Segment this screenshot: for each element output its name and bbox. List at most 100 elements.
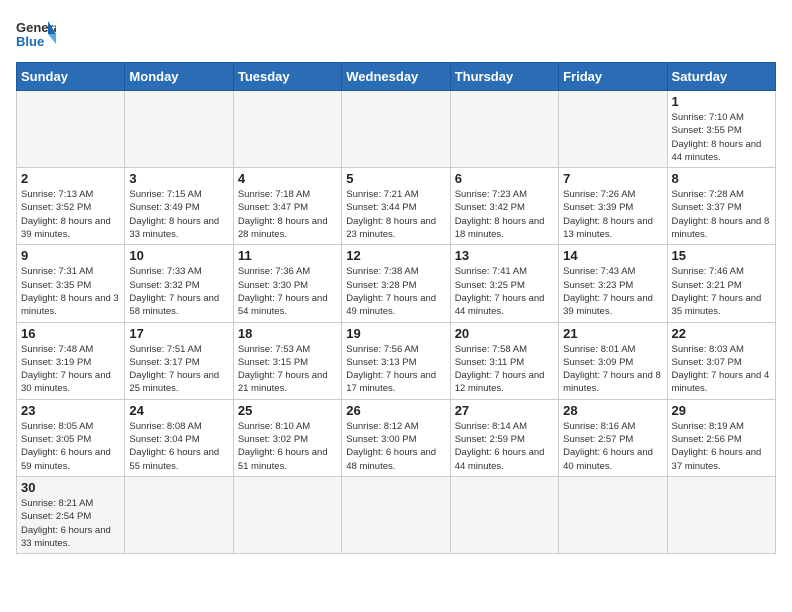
day-info: Sunrise: 7:38 AM Sunset: 3:28 PM Dayligh… bbox=[346, 265, 445, 318]
calendar-day-cell: 1Sunrise: 7:10 AM Sunset: 3:55 PM Daylig… bbox=[667, 91, 775, 168]
day-info: Sunrise: 7:18 AM Sunset: 3:47 PM Dayligh… bbox=[238, 188, 337, 241]
day-number: 1 bbox=[672, 94, 771, 109]
day-info: Sunrise: 7:31 AM Sunset: 3:35 PM Dayligh… bbox=[21, 265, 120, 318]
calendar-day-cell bbox=[233, 476, 341, 553]
day-number: 22 bbox=[672, 326, 771, 341]
calendar-day-cell: 30Sunrise: 8:21 AM Sunset: 2:54 PM Dayli… bbox=[17, 476, 125, 553]
day-info: Sunrise: 8:16 AM Sunset: 2:57 PM Dayligh… bbox=[563, 420, 662, 473]
calendar-day-cell: 3 Sunrise: 7:15 AM Sunset: 3:49 PM Daylig… bbox=[125, 168, 233, 245]
day-number: 4 bbox=[238, 171, 337, 186]
weekday-header-row: SundayMondayTuesdayWednesdayThursdayFrid… bbox=[17, 63, 776, 91]
day-info: Sunrise: 7:23 AM Sunset: 3:42 PM Dayligh… bbox=[455, 188, 554, 241]
calendar-day-cell: 19 Sunrise: 7:56 AM Sunset: 3:13 PM Dayli… bbox=[342, 322, 450, 399]
weekday-header-cell: Monday bbox=[125, 63, 233, 91]
day-info: Sunrise: 7:21 AM Sunset: 3:44 PM Dayligh… bbox=[346, 188, 445, 241]
logo: General Blue bbox=[16, 16, 56, 52]
calendar-day-cell: 2 Sunrise: 7:13 AM Sunset: 3:52 PM Daylig… bbox=[17, 168, 125, 245]
calendar-day-cell: 22 Sunrise: 8:03 AM Sunset: 3:07 PM Dayli… bbox=[667, 322, 775, 399]
calendar-day-cell: 10 Sunrise: 7:33 AM Sunset: 3:32 PM Dayli… bbox=[125, 245, 233, 322]
day-number: 18 bbox=[238, 326, 337, 341]
day-number: 21 bbox=[563, 326, 662, 341]
day-info: Sunrise: 7:26 AM Sunset: 3:39 PM Dayligh… bbox=[563, 188, 662, 241]
day-number: 29 bbox=[672, 403, 771, 418]
day-number: 23 bbox=[21, 403, 120, 418]
day-info: Sunrise: 7:43 AM Sunset: 3:23 PM Dayligh… bbox=[563, 265, 662, 318]
calendar-day-cell bbox=[559, 476, 667, 553]
svg-text:Blue: Blue bbox=[16, 34, 44, 49]
calendar-day-cell: 24 Sunrise: 8:08 AM Sunset: 3:04 PM Dayli… bbox=[125, 399, 233, 476]
calendar-day-cell bbox=[450, 476, 558, 553]
day-info: Sunrise: 7:13 AM Sunset: 3:52 PM Dayligh… bbox=[21, 188, 120, 241]
day-info: Sunrise: 7:48 AM Sunset: 3:19 PM Dayligh… bbox=[21, 343, 120, 396]
day-number: 14 bbox=[563, 248, 662, 263]
calendar-day-cell: 20 Sunrise: 7:58 AM Sunset: 3:11 PM Dayli… bbox=[450, 322, 558, 399]
calendar-day-cell: 7 Sunrise: 7:26 AM Sunset: 3:39 PM Daylig… bbox=[559, 168, 667, 245]
calendar-day-cell: 16 Sunrise: 7:48 AM Sunset: 3:19 PM Dayli… bbox=[17, 322, 125, 399]
day-info: Sunrise: 8:08 AM Sunset: 3:04 PM Dayligh… bbox=[129, 420, 228, 473]
day-number: 10 bbox=[129, 248, 228, 263]
calendar-week-row: 9 Sunrise: 7:31 AM Sunset: 3:35 PM Daylig… bbox=[17, 245, 776, 322]
calendar-day-cell bbox=[342, 476, 450, 553]
weekday-header-cell: Tuesday bbox=[233, 63, 341, 91]
day-info: Sunrise: 8:03 AM Sunset: 3:07 PM Dayligh… bbox=[672, 343, 771, 396]
calendar-day-cell bbox=[125, 476, 233, 553]
day-number: 2 bbox=[21, 171, 120, 186]
day-number: 12 bbox=[346, 248, 445, 263]
calendar-day-cell: 21 Sunrise: 8:01 AM Sunset: 3:09 PM Dayli… bbox=[559, 322, 667, 399]
day-number: 5 bbox=[346, 171, 445, 186]
day-info: Sunrise: 7:51 AM Sunset: 3:17 PM Dayligh… bbox=[129, 343, 228, 396]
day-info: Sunrise: 7:36 AM Sunset: 3:30 PM Dayligh… bbox=[238, 265, 337, 318]
calendar-day-cell: 17 Sunrise: 7:51 AM Sunset: 3:17 PM Dayli… bbox=[125, 322, 233, 399]
day-info: Sunrise: 8:14 AM Sunset: 2:59 PM Dayligh… bbox=[455, 420, 554, 473]
day-info: Sunrise: 8:01 AM Sunset: 3:09 PM Dayligh… bbox=[563, 343, 662, 396]
calendar-day-cell bbox=[667, 476, 775, 553]
calendar-day-cell: 29Sunrise: 8:19 AM Sunset: 2:56 PM Dayli… bbox=[667, 399, 775, 476]
day-number: 19 bbox=[346, 326, 445, 341]
calendar-day-cell: 15Sunrise: 7:46 AM Sunset: 3:21 PM Dayli… bbox=[667, 245, 775, 322]
calendar-week-row: 16 Sunrise: 7:48 AM Sunset: 3:19 PM Dayli… bbox=[17, 322, 776, 399]
calendar-day-cell: 13 Sunrise: 7:41 AM Sunset: 3:25 PM Dayli… bbox=[450, 245, 558, 322]
calendar-day-cell: 9 Sunrise: 7:31 AM Sunset: 3:35 PM Daylig… bbox=[17, 245, 125, 322]
day-info: Sunrise: 7:58 AM Sunset: 3:11 PM Dayligh… bbox=[455, 343, 554, 396]
day-number: 6 bbox=[455, 171, 554, 186]
header: General Blue bbox=[16, 16, 776, 52]
calendar-day-cell bbox=[559, 91, 667, 168]
day-number: 24 bbox=[129, 403, 228, 418]
day-number: 30 bbox=[21, 480, 120, 495]
day-number: 13 bbox=[455, 248, 554, 263]
calendar-day-cell bbox=[342, 91, 450, 168]
day-info: Sunrise: 7:33 AM Sunset: 3:32 PM Dayligh… bbox=[129, 265, 228, 318]
day-number: 8 bbox=[672, 171, 771, 186]
calendar-day-cell bbox=[233, 91, 341, 168]
weekday-header-cell: Sunday bbox=[17, 63, 125, 91]
day-number: 11 bbox=[238, 248, 337, 263]
day-info: Sunrise: 7:56 AM Sunset: 3:13 PM Dayligh… bbox=[346, 343, 445, 396]
day-number: 16 bbox=[21, 326, 120, 341]
day-info: Sunrise: 7:41 AM Sunset: 3:25 PM Dayligh… bbox=[455, 265, 554, 318]
calendar-day-cell: 8 Sunrise: 7:28 AM Sunset: 3:37 PM Daylig… bbox=[667, 168, 775, 245]
day-number: 7 bbox=[563, 171, 662, 186]
calendar-day-cell bbox=[450, 91, 558, 168]
day-number: 3 bbox=[129, 171, 228, 186]
day-number: 20 bbox=[455, 326, 554, 341]
calendar-day-cell: 6 Sunrise: 7:23 AM Sunset: 3:42 PM Daylig… bbox=[450, 168, 558, 245]
calendar-day-cell: 25Sunrise: 8:10 AM Sunset: 3:02 PM Dayli… bbox=[233, 399, 341, 476]
calendar-day-cell: 23 Sunrise: 8:05 AM Sunset: 3:05 PM Dayli… bbox=[17, 399, 125, 476]
calendar-table: SundayMondayTuesdayWednesdayThursdayFrid… bbox=[16, 62, 776, 554]
calendar-day-cell: 12 Sunrise: 7:38 AM Sunset: 3:28 PM Dayli… bbox=[342, 245, 450, 322]
day-number: 9 bbox=[21, 248, 120, 263]
weekday-header-cell: Saturday bbox=[667, 63, 775, 91]
day-info: Sunrise: 7:28 AM Sunset: 3:37 PM Dayligh… bbox=[672, 188, 771, 241]
calendar-day-cell: 4 Sunrise: 7:18 AM Sunset: 3:47 PM Daylig… bbox=[233, 168, 341, 245]
day-info: Sunrise: 8:05 AM Sunset: 3:05 PM Dayligh… bbox=[21, 420, 120, 473]
calendar-week-row: 23 Sunrise: 8:05 AM Sunset: 3:05 PM Dayli… bbox=[17, 399, 776, 476]
calendar-week-row: 2 Sunrise: 7:13 AM Sunset: 3:52 PM Daylig… bbox=[17, 168, 776, 245]
calendar-day-cell: 27Sunrise: 8:14 AM Sunset: 2:59 PM Dayli… bbox=[450, 399, 558, 476]
calendar-day-cell bbox=[125, 91, 233, 168]
calendar-week-row: 1Sunrise: 7:10 AM Sunset: 3:55 PM Daylig… bbox=[17, 91, 776, 168]
day-number: 17 bbox=[129, 326, 228, 341]
day-number: 15 bbox=[672, 248, 771, 263]
calendar-day-cell: 11 Sunrise: 7:36 AM Sunset: 3:30 PM Dayli… bbox=[233, 245, 341, 322]
day-info: Sunrise: 7:15 AM Sunset: 3:49 PM Dayligh… bbox=[129, 188, 228, 241]
day-number: 26 bbox=[346, 403, 445, 418]
